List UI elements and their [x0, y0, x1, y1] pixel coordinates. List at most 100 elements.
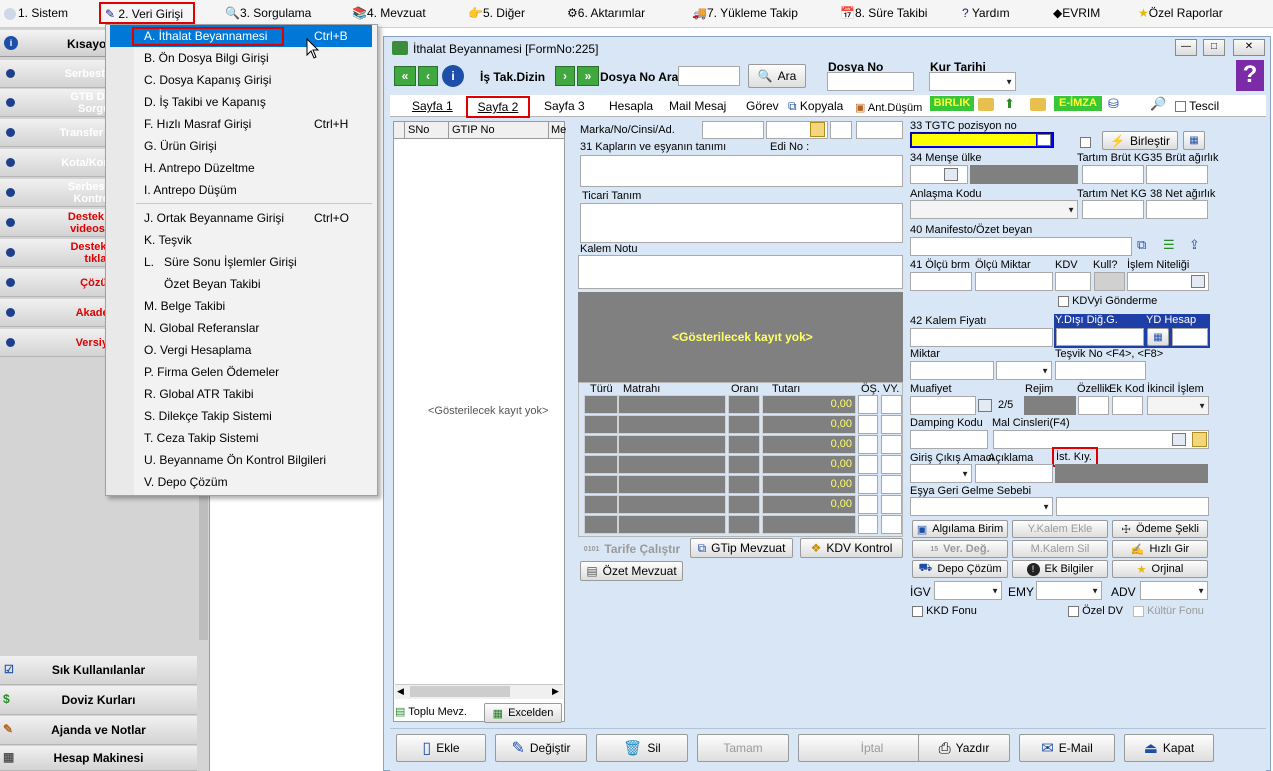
tamam-button[interactable]: Tamam: [697, 734, 789, 762]
menu-veri-girisi[interactable]: ✎ 2. Veri Girişi: [99, 2, 195, 24]
gtip-mevzuat-button[interactable]: ⧉ GTip Mevzuat: [690, 538, 793, 558]
prev-record-button[interactable]: ‹: [418, 66, 438, 86]
last-record-button[interactable]: »: [577, 66, 599, 86]
ozellik-input[interactable]: [1078, 396, 1109, 415]
menu-item[interactable]: T. Ceza Takip Sistemi: [138, 427, 372, 449]
tgtc-lookup-icon[interactable]: [1037, 134, 1051, 146]
calculator-button[interactable]: ▦: [1183, 131, 1205, 150]
menu-item[interactable]: O. Vergi Hesaplama: [138, 339, 372, 361]
tab-gorev[interactable]: Görev: [746, 99, 779, 113]
tab-ant-dusum[interactable]: ▣ Ant.Düşüm: [855, 101, 922, 114]
mal-edit-icon[interactable]: [1192, 432, 1207, 447]
mense-lookup-icon[interactable]: [944, 168, 958, 181]
muafiyet-input[interactable]: [910, 396, 976, 415]
tesvik-no-input[interactable]: [1055, 361, 1146, 380]
tab-mail-mesaj[interactable]: Mail Mesaj: [669, 99, 726, 113]
manifesto-search-icon[interactable]: ⧉: [1137, 237, 1157, 256]
folder-up-icon[interactable]: ⬆: [1004, 96, 1020, 111]
menu-sure-takibi[interactable]: 📅8. Süre Takibi: [840, 6, 927, 20]
menu-item[interactable]: S. Dilekçe Takip Sistemi: [138, 405, 372, 427]
tarife-calistir-button[interactable]: 0101 Tarife Çalıştır: [580, 539, 684, 559]
tax-row[interactable]: 0,00: [584, 415, 902, 434]
manifesto-add-icon[interactable]: ⇪: [1189, 237, 1209, 256]
menu-ozel-raporlar[interactable]: ★Özel Raporlar: [1138, 6, 1223, 20]
ydisi-dig-input[interactable]: [1056, 328, 1144, 346]
giris-cikis-select[interactable]: [910, 464, 972, 483]
marka-input-1[interactable]: [702, 121, 764, 139]
depo-cozum-button[interactable]: ⛟ Depo Çözüm: [912, 560, 1008, 578]
toplu-mevz-button[interactable]: ▤ Toplu Mevz.: [395, 705, 467, 718]
damping-kodu-input[interactable]: [910, 430, 988, 449]
scroll-left-icon[interactable]: ◀: [397, 686, 404, 697]
menu-item[interactable]: I. Antrepo Düşüm: [138, 179, 372, 201]
menu-aktarimlar[interactable]: ⚙6. Aktarımlar: [567, 6, 645, 20]
grid-col-gtip[interactable]: GTIP No: [452, 124, 495, 136]
menu-mevzuat[interactable]: 📚4. Mevzuat: [352, 6, 426, 20]
menu-item[interactable]: K. Teşvik: [138, 229, 372, 251]
brut-agirlik-input[interactable]: [1146, 165, 1208, 184]
tax-row[interactable]: 0,00: [584, 435, 902, 454]
sidebar-bottom-hesap-makinesi[interactable]: ▦ Hesap Makinesi: [0, 746, 197, 771]
miktar-unit-select[interactable]: [996, 361, 1052, 380]
menu-item[interactable]: C. Dosya Kapanış Girişi: [138, 69, 372, 91]
olcu-brm-input[interactable]: [910, 272, 972, 291]
grid-col-sno[interactable]: SNo: [408, 124, 429, 136]
manifesto-list-icon[interactable]: ☰: [1163, 237, 1183, 256]
olcu-miktar-input[interactable]: [975, 272, 1053, 291]
menu-item[interactable]: D. İş Takibi ve Kapanış: [138, 91, 372, 113]
miktar-input[interactable]: [910, 361, 994, 380]
mal-lookup-icon[interactable]: [1172, 433, 1186, 446]
hizli-gir-button[interactable]: ✍ Hızlı Gir: [1112, 540, 1208, 558]
menu-item[interactable]: F. Hızlı Masraf Girişi Ctrl+H: [138, 113, 372, 135]
email-button[interactable]: ✉ E-Mail: [1019, 734, 1115, 762]
mense-input[interactable]: [910, 165, 968, 184]
marka-input-3[interactable]: [830, 121, 852, 139]
sidebar-bottom-doviz-kurlari[interactable]: $ Doviz Kurları: [0, 686, 197, 715]
sidebar-bottom-ajanda[interactable]: ✎ Ajanda ve Notlar: [0, 716, 197, 745]
ara-button[interactable]: 🔍 Ara: [748, 64, 806, 88]
edit-icon[interactable]: [810, 122, 825, 137]
kultur-fonu-checkbox[interactable]: Kültür Fonu: [1133, 605, 1204, 617]
dosya-no-input[interactable]: [827, 72, 914, 91]
menu-item[interactable]: M. Belge Takibi: [138, 295, 372, 317]
tab-sayfa-1[interactable]: Sayfa 1: [412, 99, 453, 113]
help-icon[interactable]: ?: [1236, 60, 1264, 91]
preview-icon[interactable]: 🔎: [1150, 96, 1166, 112]
kalem-fiyati-input[interactable]: [910, 328, 1053, 347]
tax-row[interactable]: 0,00: [584, 495, 902, 514]
tgtc-checkbox[interactable]: [1080, 135, 1091, 149]
kdvyi-gonderme-checkbox[interactable]: KDVyi Gönderme: [1058, 295, 1157, 307]
minimize-button[interactable]: —: [1175, 39, 1197, 56]
menu-item[interactable]: J. Ortak Beyanname Girişi Ctrl+O: [138, 207, 372, 229]
scroll-thumb[interactable]: [410, 686, 510, 697]
islem-lookup-icon[interactable]: [1191, 275, 1205, 288]
excelden-button[interactable]: ▦ Excelden: [484, 703, 562, 723]
ekle-button[interactable]: ▯ Ekle: [396, 734, 486, 762]
tax-row[interactable]: 0,00: [584, 395, 902, 414]
tgtc-yellow-field[interactable]: [912, 134, 1036, 146]
menu-item[interactable]: Özet Beyan Takibi: [138, 273, 372, 295]
tescil-checkbox[interactable]: Tescil: [1175, 99, 1219, 113]
anlasma-select[interactable]: [910, 200, 1078, 219]
menu-yardim[interactable]: ? Yardım: [962, 6, 1010, 20]
grid-col-me[interactable]: Me: [551, 124, 566, 136]
kdv-kontrol-button[interactable]: ❖ KDV Kontrol: [800, 538, 903, 558]
net-agirlik-input[interactable]: [1146, 200, 1208, 219]
menu-item[interactable]: U. Beyanname Ön Kontrol Bilgileri: [138, 449, 372, 471]
yd-hesap-input[interactable]: [1172, 328, 1208, 346]
scroll-right-icon[interactable]: ▶: [552, 686, 559, 697]
y-kalem-ekle-button[interactable]: Y.Kalem Ekle: [1012, 520, 1108, 538]
yazdir-button[interactable]: ⎙ Yazdır: [918, 734, 1010, 762]
menu-item[interactable]: V. Depo Çözüm: [138, 471, 372, 493]
muafiyet-lookup-icon[interactable]: [978, 399, 992, 412]
ticari-tanim-textarea[interactable]: [580, 203, 903, 243]
ikincil-islem-select[interactable]: [1147, 396, 1209, 415]
folder-open-icon[interactable]: [978, 98, 994, 111]
orjinal-button[interactable]: ★ Orjinal: [1112, 560, 1208, 578]
sil-button[interactable]: 🗑 Sil: [596, 734, 688, 762]
dosya-no-ara-input[interactable]: [678, 66, 740, 86]
degistir-button[interactable]: ✎ Değiştir: [495, 734, 587, 762]
tax-row[interactable]: 0,00: [584, 475, 902, 494]
emy-select[interactable]: [1036, 581, 1102, 600]
menu-item[interactable]: P. Firma Gelen Ödemeler: [138, 361, 372, 383]
